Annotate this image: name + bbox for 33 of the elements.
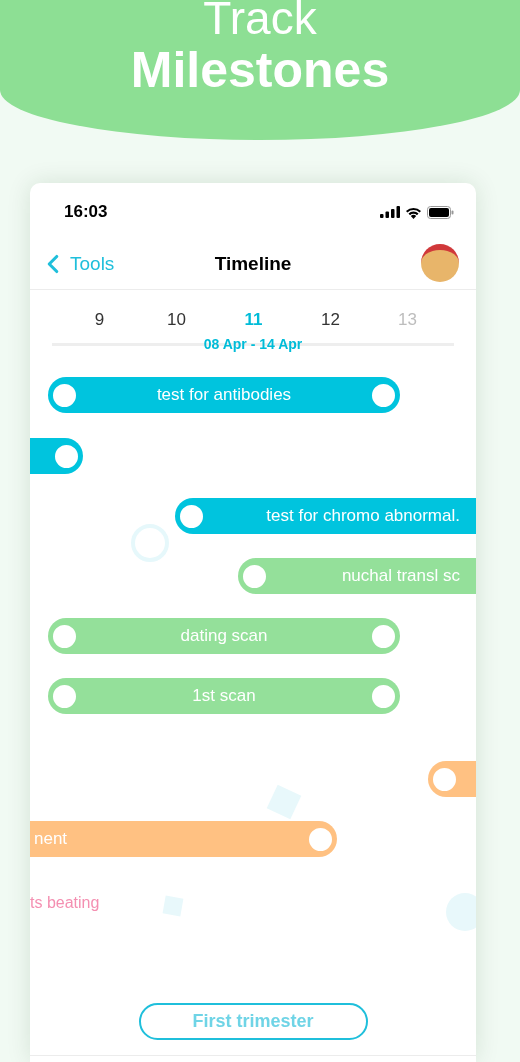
event-bar[interactable]: test for chromo abnormal. <box>175 498 476 534</box>
event-label: nuchal transl sc <box>340 565 461 588</box>
signal-icon <box>380 206 400 218</box>
week-tab[interactable]: 11 <box>215 307 292 333</box>
event-label: nent <box>33 828 69 851</box>
week-range: 08 Apr - 14 Apr <box>203 335 303 352</box>
event-bar[interactable]: 1st scan <box>48 678 400 714</box>
circle-decoration <box>445 892 476 932</box>
event-bar[interactable]: test for antibodies <box>48 377 400 413</box>
status-time: 16:03 <box>64 201 108 224</box>
event-label: test for antibodies <box>155 384 293 407</box>
event-bar[interactable]: nent <box>30 821 337 857</box>
event-bar[interactable]: dating scan <box>48 618 400 654</box>
week-tab[interactable]: 13 <box>369 307 446 333</box>
trimester-button[interactable]: First trimester <box>138 1003 368 1040</box>
wifi-icon <box>405 205 422 219</box>
event-bar[interactable] <box>428 761 476 797</box>
week-tab[interactable]: 9 <box>61 307 138 333</box>
week-tab[interactable]: 12 <box>292 307 369 333</box>
screen-title: Timeline <box>214 251 292 276</box>
week-tab[interactable]: 10 <box>138 307 215 333</box>
event-label: 1st scan <box>191 685 257 708</box>
event-bar[interactable] <box>30 438 83 474</box>
event-label: dating scan <box>179 625 269 648</box>
back-button[interactable]: Tools <box>38 249 115 279</box>
avatar[interactable] <box>421 244 459 282</box>
event-label: test for chromo abnormal. <box>265 505 461 528</box>
event-bar[interactable]: nuchal transl sc <box>238 558 476 594</box>
headline-line: Milestones <box>130 42 390 98</box>
battery-icon <box>427 205 454 219</box>
headline-line: Track <box>203 0 317 42</box>
event-note: ts beating <box>30 893 100 913</box>
ring-decoration <box>130 523 170 563</box>
